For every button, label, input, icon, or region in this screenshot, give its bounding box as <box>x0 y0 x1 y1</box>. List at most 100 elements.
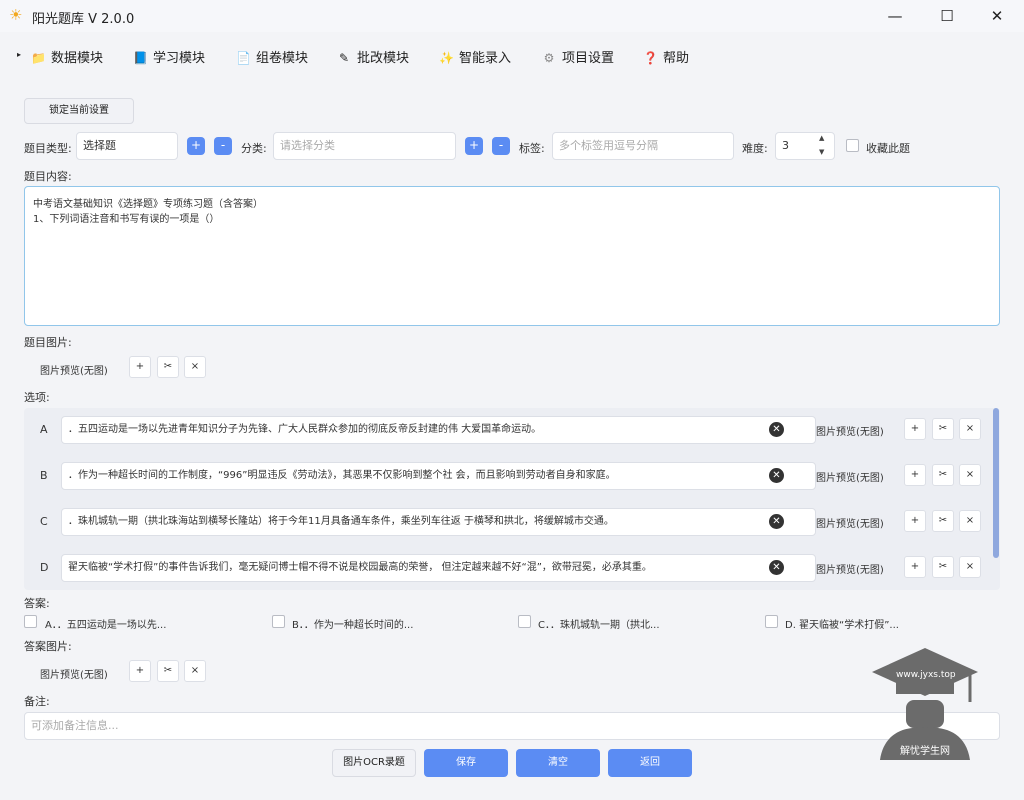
content-line-2: 1、下列词语注音和书写有误的一项是（） <box>33 214 220 225</box>
type-label: 题目类型: <box>24 142 72 155</box>
favorite-label: 收藏此题 <box>866 142 910 155</box>
add-answer-image-button[interactable]: + <box>129 660 151 682</box>
clear-option-c-icon[interactable]: ✕ <box>769 514 784 529</box>
add-option-image-d[interactable]: + <box>904 556 926 578</box>
close-button[interactable]: ✕ <box>982 5 1012 27</box>
spin-down-icon[interactable]: ▼ <box>819 148 824 156</box>
maximize-button[interactable]: ☐ <box>932 5 962 27</box>
content-label: 题目内容: <box>24 170 72 183</box>
clear-option-a-icon[interactable]: ✕ <box>769 422 784 437</box>
type-input[interactable]: 选择题 <box>76 132 178 160</box>
add-image-button[interactable]: + <box>129 356 151 378</box>
save-button[interactable]: 保存 <box>424 749 508 777</box>
option-preview-c: 图片预览(无图) <box>816 519 884 530</box>
remove-category-button[interactable]: - <box>492 137 510 155</box>
clear-button[interactable]: 清空 <box>516 749 600 777</box>
watermark: www.jyxs.top 解忧学生网 <box>870 646 980 760</box>
remove-option-image-c[interactable]: × <box>959 510 981 532</box>
remove-option-image-d[interactable]: × <box>959 556 981 578</box>
add-category-button[interactable]: + <box>465 137 483 155</box>
clear-option-b-icon[interactable]: ✕ <box>769 468 784 483</box>
watermark-name: 解忧学生网 <box>900 746 950 757</box>
option-preview-a: 图片预览(无图) <box>816 427 884 438</box>
pen-icon: ✎ <box>338 51 350 65</box>
caret-right-icon: ▸ <box>17 50 22 59</box>
difficulty-spinbox[interactable]: 3 <box>775 132 835 160</box>
menu-smart-entry[interactable]: ✨ 智能录入 <box>439 47 511 66</box>
answer-checkbox-a[interactable] <box>24 615 37 628</box>
menu-study-module[interactable]: 📘 学习模块 <box>133 47 205 66</box>
title-bar: ☀ 阳光题库 V 2.0.0 — ☐ ✕ <box>0 0 1024 32</box>
minimize-button[interactable]: — <box>880 5 910 27</box>
spin-up-icon[interactable]: ▲ <box>819 134 824 142</box>
remove-answer-image-button[interactable]: × <box>184 660 206 682</box>
window-title: 阳光题库 V 2.0.0 <box>32 12 135 27</box>
option-letter-c: C <box>40 515 48 528</box>
menu-paper-module[interactable]: 📄 组卷模块 <box>236 47 308 66</box>
watermark-url: www.jyxs.top <box>896 670 956 680</box>
image-preview: 图片预览(无图) <box>40 366 108 377</box>
document-icon: 📄 <box>236 51 251 65</box>
remove-image-button[interactable]: × <box>184 356 206 378</box>
remove-option-image-a[interactable]: × <box>959 418 981 440</box>
menu-bar: ▸ 📁 数据模块 📘 学习模块 📄 组卷模块 ✎ 批改模块 ✨ 智能录入 ⚙ 项目设置 ❓ 帮… <box>0 40 1024 70</box>
clear-option-d-icon[interactable]: ✕ <box>769 560 784 575</box>
cut-image-button[interactable]: ✂ <box>157 356 179 378</box>
menu-grading-module[interactable]: ✎ 批改模块 <box>337 47 410 66</box>
menu-label: 数据模块 <box>51 51 104 66</box>
add-option-image-a[interactable]: + <box>904 418 926 440</box>
ocr-button[interactable]: 图片OCR录题 <box>332 749 416 777</box>
remove-type-button[interactable]: - <box>214 137 232 155</box>
difficulty-label: 难度: <box>742 142 768 155</box>
tags-label: 标签: <box>519 142 545 155</box>
cut-option-image-b[interactable]: ✂ <box>932 464 954 486</box>
answer-checkbox-c[interactable] <box>518 615 531 628</box>
content-line-1: 中考语文基础知识《选择题》专项练习题（含答案） <box>33 199 263 210</box>
gear-icon: ⚙ <box>543 51 555 65</box>
add-option-image-b[interactable]: + <box>904 464 926 486</box>
add-type-button[interactable]: + <box>187 137 205 155</box>
menu-help[interactable]: ❓ 帮助 <box>643 47 690 66</box>
option-preview-b: 图片预览(无图) <box>816 473 884 484</box>
answer-image-preview: 图片预览(无图) <box>40 670 108 681</box>
favorite-checkbox[interactable] <box>846 139 859 152</box>
category-placeholder: 请选择分类 <box>280 139 335 152</box>
cut-answer-image-button[interactable]: ✂ <box>157 660 179 682</box>
lock-settings-button[interactable]: 锁定当前设置 <box>24 98 134 124</box>
option-letter-d: D <box>40 561 49 574</box>
menu-data-module[interactable]: 📁 数据模块 <box>31 47 104 66</box>
note-label: 备注: <box>24 695 50 708</box>
answer-image-label: 答案图片: <box>24 640 72 653</box>
menu-label: 帮助 <box>663 51 690 66</box>
option-input-d[interactable]: 翟天临被“学术打假”的事件告诉我们，毫无疑问博士帽不得不说是校园最高的荣誉， 但… <box>61 554 816 582</box>
option-preview-d: 图片预览(无图) <box>816 565 884 576</box>
options-scrollbar[interactable] <box>993 408 999 558</box>
remove-option-image-b[interactable]: × <box>959 464 981 486</box>
options-label: 选项: <box>24 391 50 404</box>
category-select[interactable]: 请选择分类 <box>273 132 456 160</box>
note-input[interactable]: 可添加备注信息... <box>24 712 1000 740</box>
cut-option-image-a[interactable]: ✂ <box>932 418 954 440</box>
option-letter-b: B <box>40 469 48 482</box>
sparkle-icon: ✨ <box>439 51 454 65</box>
category-label: 分类: <box>241 142 267 155</box>
answer-checkbox-d[interactable] <box>765 615 778 628</box>
content-textarea[interactable]: 中考语文基础知识《选择题》专项练习题（含答案） 1、下列词语注音和书写有误的一项… <box>24 186 1000 326</box>
answer-text-c: C．．珠机城轨一期（拱北... <box>538 620 660 631</box>
add-option-image-c[interactable]: + <box>904 510 926 532</box>
back-button[interactable]: 返回 <box>608 749 692 777</box>
answer-checkbox-b[interactable] <box>272 615 285 628</box>
tags-input[interactable]: 多个标签用逗号分隔 <box>552 132 734 160</box>
cut-option-image-c[interactable]: ✂ <box>932 510 954 532</box>
option-input-a[interactable]: ．五四运动是一场以先进青年知识分子为先锋、广大人民群众参加的彻底反帝反封建的伟 … <box>61 416 816 444</box>
option-input-b[interactable]: ．作为一种超长时间的工作制度，“996”明显违反《劳动法》，其恶果不仅影响到整个… <box>61 462 816 490</box>
help-icon: ❓ <box>643 51 658 65</box>
folder-icon: 📁 <box>31 51 46 65</box>
sun-app-icon: ☀ <box>9 6 23 24</box>
note-placeholder: 可添加备注信息... <box>31 719 119 732</box>
option-input-c[interactable]: ．珠机城轨一期（拱北珠海站到横琴长隆站）将于今年11月具备通车条件，乘坐列车往返… <box>61 508 816 536</box>
answer-text-b: B．．作为一种超长时间的... <box>292 620 414 631</box>
menu-project-settings[interactable]: ⚙ 项目设置 <box>542 47 614 66</box>
cut-option-image-d[interactable]: ✂ <box>932 556 954 578</box>
menu-label: 批改模块 <box>357 51 410 66</box>
